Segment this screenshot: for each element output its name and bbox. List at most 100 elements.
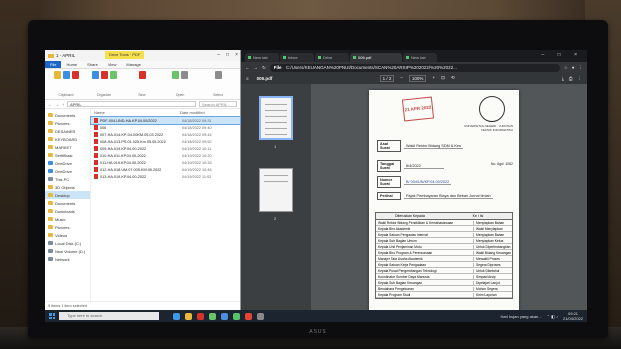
browser-tab[interactable]: 006.pdf <box>350 53 402 62</box>
delete-icon[interactable] <box>109 71 117 79</box>
page-thumbnail-2[interactable] <box>259 168 293 212</box>
taskbar-app-icon[interactable] <box>209 312 216 320</box>
properties-icon[interactable] <box>172 71 179 79</box>
taskbar-app-icon[interactable] <box>257 312 264 320</box>
file-row[interactable]: 012-HA.018.UM.07.005.KM.05.2022 04/19/202… <box>91 166 240 173</box>
nav-item[interactable]: OneDrive <box>45 159 90 167</box>
column-date[interactable]: Date modified <box>180 110 205 115</box>
table-header-cell: Diteruskan Kepada <box>395 214 425 218</box>
rotate-icon[interactable]: ⟲ <box>451 75 455 82</box>
ribbon-tab-view[interactable]: View <box>103 61 122 68</box>
back-arrow-icon[interactable]: ← <box>245 65 250 70</box>
download-icon[interactable]: ⤓ <box>562 76 564 81</box>
forward-arrow-icon[interactable]: → <box>254 65 259 70</box>
file-row[interactable]: 010-HA.011.KP.04.00-2022 04/19/2022 10:20 <box>91 152 240 159</box>
browser-tab[interactable]: New tab <box>403 53 437 62</box>
more-icon[interactable]: ⋮ <box>578 76 583 82</box>
pin-icon[interactable] <box>53 71 61 79</box>
search-input[interactable]: Search APRIL <box>199 101 237 107</box>
maximize-icon[interactable]: □ <box>226 50 229 61</box>
windows-start-icon[interactable] <box>49 313 55 319</box>
nav-item[interactable]: New Volume (D:) <box>45 247 90 255</box>
pdf-viewer[interactable]: 21 APR 2022 UNIVERSITAS NEGERI · JURUSAN… <box>311 84 587 310</box>
nav-item[interactable]: Pictures <box>45 223 90 231</box>
move-icon[interactable] <box>91 71 99 79</box>
profile-icon[interactable]: ● <box>572 65 575 70</box>
clock[interactable]: 09:21 21/04/2022 <box>563 311 583 321</box>
file-row[interactable]: 008-HA.013.PS.01.025.Km.05.05.2022 04/18/… <box>91 138 240 145</box>
nav-item[interactable]: KEYBOARD <box>45 135 90 143</box>
forward-arrow-icon[interactable]: → <box>55 102 59 107</box>
nav-item[interactable]: Downloads <box>45 207 90 215</box>
tray-icons[interactable]: ⌃ ◧ ♪ <box>547 314 558 319</box>
nav-item[interactable]: Videos <box>45 231 90 239</box>
file-row[interactable]: 006 04/18/2022 09:40 <box>91 124 240 131</box>
weather-widget[interactable]: Hari hujan yang akan... <box>500 314 541 319</box>
up-arrow-icon[interactable]: ↑ <box>62 102 64 107</box>
open-icon[interactable] <box>181 71 188 79</box>
print-icon[interactable]: ⎙ <box>569 76 573 81</box>
address-bar[interactable]: APRIL <box>67 101 196 107</box>
back-arrow-icon[interactable]: ← <box>48 102 52 107</box>
select-icon[interactable] <box>214 71 222 79</box>
new-folder-icon[interactable] <box>138 71 146 79</box>
table-cell: Wakil Menyiapkan <box>476 226 503 231</box>
taskbar-search[interactable]: Type here to search <box>59 312 159 320</box>
taskbar-app-icon[interactable] <box>233 312 240 320</box>
nav-item[interactable]: MARKET <box>45 143 90 151</box>
nav-item[interactable]: Desktop <box>45 191 90 199</box>
page-thumbnail-1[interactable] <box>259 96 293 140</box>
browser-tab[interactable]: Inbox <box>280 53 314 62</box>
taskbar-app-icon[interactable] <box>197 312 204 320</box>
copy-icon[interactable] <box>62 71 70 79</box>
ribbon-tab-file[interactable]: File <box>45 61 62 68</box>
file-row[interactable]: 011-HA.019.KP.04.00-2022 04/19/2022 10:33 <box>91 159 240 166</box>
nav-item[interactable]: 3D Objects <box>45 183 90 191</box>
nav-item[interactable]: Music <box>45 215 90 223</box>
column-name[interactable]: Name <box>94 110 180 115</box>
nav-item[interactable]: Pictures <box>45 119 90 127</box>
nav-item[interactable]: OneDrive <box>45 167 90 175</box>
ribbon-group-icons <box>53 71 79 79</box>
nav-item[interactable]: Network <box>45 255 90 263</box>
bookmark-star-icon[interactable]: ☆ <box>564 65 568 71</box>
menu-icon[interactable]: ⋮ <box>579 65 584 71</box>
file-row[interactable]: 013-HA.019.KP.04.00-2022 04/19/2022 11:02 <box>91 173 240 180</box>
zoom-level[interactable]: 100% <box>408 75 427 82</box>
drive-tools-tab[interactable]: Drive Tools · PDF <box>105 51 145 59</box>
file-row[interactable]: PDF-004.UND-HA.KP.04.00/2022 04/18/2022 0… <box>90 116 241 125</box>
taskbar-app-icon[interactable] <box>185 312 192 320</box>
taskbar-app-icon[interactable] <box>221 312 228 320</box>
window-controls[interactable]: – □ × <box>542 52 584 58</box>
ribbon-tab-share[interactable]: Share <box>82 61 103 68</box>
nav-item[interactable]: DESAINER <box>45 127 90 135</box>
reload-icon[interactable]: ↻ <box>262 65 266 71</box>
nav-item[interactable]: Documents <box>45 111 90 119</box>
ribbon-tab-home[interactable]: Home <box>61 61 82 68</box>
page-indicator[interactable]: 1 / 2 <box>379 75 395 82</box>
file-row[interactable]: 009-HA.019.KP.04.00-2022 04/19/2022 10:11 <box>91 145 240 152</box>
fit-page-icon[interactable]: ⊡ <box>441 75 445 82</box>
nav-item[interactable]: This PC <box>45 175 90 183</box>
nav-item[interactable]: Local Disk (C:) <box>45 239 90 247</box>
address-bar[interactable]: File C:/Users/KEUANGAN%20PNUI/Documents/… <box>269 63 560 72</box>
copy-to-icon[interactable] <box>100 71 108 79</box>
browser-tab[interactable]: New tab <box>245 53 279 62</box>
nav-item[interactable]: Documents <box>45 199 90 207</box>
browser-tab[interactable]: Drive <box>315 53 349 62</box>
hamburger-menu-icon[interactable]: ≡ <box>246 76 249 81</box>
ribbon-tab-manage[interactable]: Manage <box>121 61 145 68</box>
nav-item[interactable]: Sertifikasi <box>45 151 90 159</box>
taskbar-app-icon[interactable] <box>245 312 252 320</box>
taskbar-app-icon[interactable] <box>173 312 180 320</box>
file-row[interactable]: 007-HA.014.KP-04-00KM.05.03 2022 04/18/20… <box>91 131 240 138</box>
zoom-out-icon[interactable]: – <box>400 75 403 82</box>
close-icon[interactable]: × <box>235 50 238 61</box>
paste-icon[interactable] <box>71 71 79 79</box>
zoom-in-icon[interactable]: + <box>432 75 435 82</box>
minimize-icon[interactable]: – <box>217 50 220 61</box>
table-header-cell: Ke / Isi <box>472 214 484 218</box>
pdf-file-icon <box>94 146 98 151</box>
table-rows: Wakil Rektor Bidang Pendidikan & Kemahas… <box>376 220 512 298</box>
folder-icon <box>48 53 54 58</box>
